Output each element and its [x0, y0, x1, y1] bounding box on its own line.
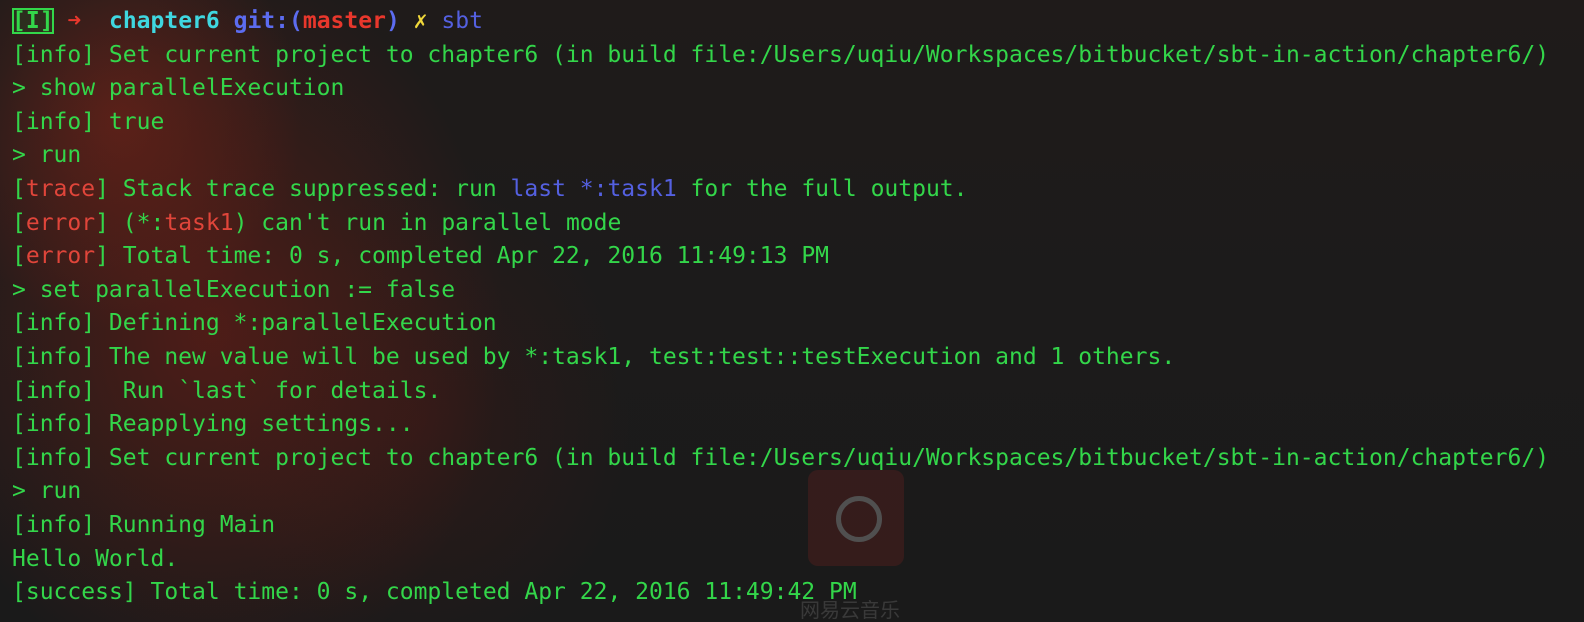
terminal-text-segment: task1	[164, 209, 234, 236]
terminal-line: [info] Reapplying settings...	[12, 408, 1549, 442]
terminal-text-segment: ] Stack trace suppressed: run	[95, 175, 511, 202]
git-dirty-icon: ✗	[413, 8, 428, 34]
terminal-line: [info] The new value will be used by *:t…	[12, 341, 1549, 375]
terminal-text-segment: for the full output.	[676, 175, 968, 202]
terminal-line: [trace] Stack trace suppressed: run last…	[12, 173, 1549, 207]
sbt-command-line: > run	[12, 475, 1549, 509]
terminal-text-segment: Hello World.	[12, 545, 179, 572]
terminal-text-segment: [info] Defining *:parallelExecution	[12, 310, 497, 337]
git-branch-name: master	[302, 8, 386, 34]
terminal-text-segment: [info] Set current project to chapter6 (…	[12, 444, 1550, 471]
terminal-text-segment: [	[12, 243, 26, 270]
terminal-text-segment: success	[25, 579, 123, 606]
terminal-line: [info] Defining *:parallelExecution	[12, 307, 1549, 341]
terminal-text-segment: [	[12, 209, 26, 236]
terminal-text-segment: ] Total time: 0 s, completed Apr 22, 201…	[122, 579, 857, 606]
terminal-text-segment: > set parallelExecution := false	[12, 276, 456, 303]
terminal-line: [info] Set current project to chapter6 (…	[12, 39, 1549, 73]
vi-mode-badge: [I]	[12, 8, 54, 34]
terminal-text-segment: git:(	[233, 8, 303, 34]
terminal-text-segment: > show parallelExecution	[12, 75, 345, 102]
terminal-text-segment: trace	[25, 175, 96, 202]
terminal-text-segment: > run	[12, 142, 82, 169]
terminal-line: [error] Total time: 0 s, completed Apr 2…	[12, 240, 1549, 274]
terminal-line: [info] Running Main	[12, 509, 1549, 543]
terminal-text-segment: sbt	[427, 8, 483, 34]
terminal-text-segment: )	[385, 8, 400, 34]
terminal-text-segment: ] Total time: 0 s, completed Apr 22, 201…	[95, 243, 830, 270]
terminal-text-segment: ) can't run in parallel mode	[233, 209, 622, 236]
sbt-command-line: > show parallelExecution	[12, 72, 1549, 106]
terminal-output[interactable]: [I] ➜ chapter6 git:(master) ✗ sbt [info] …	[12, 5, 1549, 610]
sbt-command-line: > set parallelExecution := false	[12, 274, 1549, 308]
terminal-text-segment: [	[12, 175, 26, 202]
terminal-line: [info] Set current project to chapter6 (…	[12, 442, 1549, 476]
sbt-command-line: > run	[12, 139, 1549, 173]
terminal-text-segment: [info] The new value will be used by *:t…	[12, 343, 1176, 370]
terminal-line: [info] Run `last` for details.	[12, 375, 1549, 409]
terminal-text-segment: [info] Run `last` for details.	[12, 377, 442, 404]
terminal-text-segment: [info] true	[12, 108, 165, 135]
prompt-arrow-icon: ➜	[67, 8, 82, 34]
terminal-text-segment: [	[12, 579, 26, 606]
prompt-directory: chapter6	[108, 8, 220, 34]
terminal-text-segment: [info] Set current project to chapter6 (…	[12, 41, 1550, 68]
terminal-text-segment: ] (*:	[95, 209, 165, 236]
terminal-text-segment: [info] Reapplying settings...	[12, 411, 414, 438]
terminal-line: [success] Total time: 0 s, completed Apr…	[12, 576, 1549, 610]
terminal-text-segment: > run	[12, 478, 82, 505]
terminal-text-segment: last *:task1	[510, 175, 677, 202]
terminal-line: Hello World.	[12, 543, 1549, 577]
terminal-window[interactable]: 网易云音乐 [I] ➜ chapter6 git:(master) ✗ sbt[…	[0, 0, 1584, 622]
terminal-line: [info] true	[12, 106, 1549, 140]
terminal-text-segment: error	[25, 209, 96, 236]
terminal-text-segment: error	[25, 243, 96, 270]
terminal-text-segment: [info] Running Main	[12, 511, 276, 538]
terminal-line: [error] (*:task1) can't run in parallel …	[12, 207, 1549, 241]
shell-prompt-line: [I] ➜ chapter6 git:(master) ✗ sbt	[12, 5, 1549, 39]
